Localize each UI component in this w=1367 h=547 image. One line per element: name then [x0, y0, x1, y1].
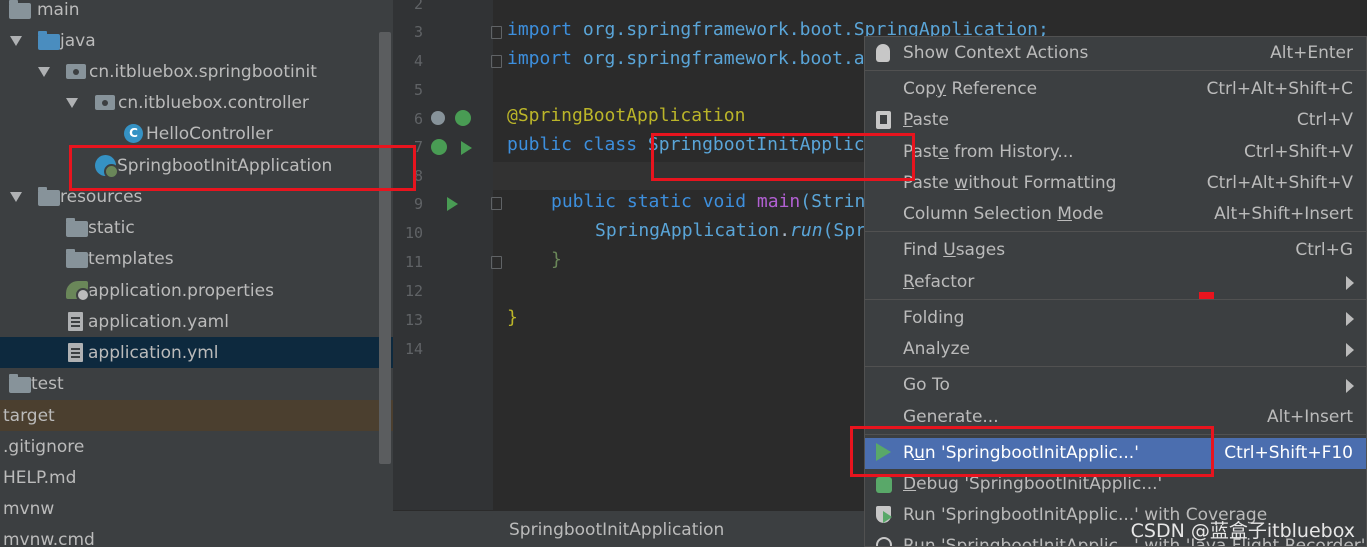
highlight-box-class-name	[651, 133, 915, 181]
package-icon	[66, 64, 86, 79]
source-folder-icon	[38, 31, 60, 50]
line-number: 9	[413, 195, 423, 213]
run-gutter-icon[interactable]	[461, 141, 472, 155]
menu-separator	[865, 366, 1366, 367]
run-gutter-icon[interactable]	[447, 197, 458, 211]
resources-folder-icon	[38, 187, 60, 206]
fold-marker-icon[interactable]	[491, 26, 502, 39]
tree-item-target[interactable]: target	[0, 400, 393, 431]
folder-icon	[66, 218, 88, 237]
menu-separator	[865, 70, 1366, 71]
line-number: 6	[413, 110, 423, 128]
tree-item-help-md[interactable]: HELP.md	[0, 462, 393, 493]
submenu-arrow-icon	[1346, 312, 1354, 326]
menu-item-go-to[interactable]: Go To	[865, 370, 1366, 401]
fold-marker-icon[interactable]	[491, 256, 502, 269]
menu-item-folding[interactable]: Folding	[865, 303, 1366, 334]
menu-separator	[865, 299, 1366, 300]
submenu-arrow-icon	[1346, 276, 1354, 290]
class-icon: C	[124, 124, 143, 143]
profiler-icon	[876, 537, 892, 546]
tree-item-package-springbootinit[interactable]: cn.itbluebox.springbootinit	[0, 56, 393, 87]
spring-bean-icon[interactable]	[455, 110, 471, 126]
line-number: 14	[404, 340, 423, 358]
line-number: 4	[413, 52, 423, 70]
file-icon	[68, 343, 83, 362]
tree-item-static[interactable]: static	[0, 212, 393, 243]
submenu-arrow-icon	[1346, 343, 1354, 357]
spring-boot-app-gutter-icon[interactable]	[431, 139, 447, 155]
line-number: 3	[413, 23, 423, 41]
tree-item-templates[interactable]: templates	[0, 243, 393, 274]
menu-item-paste-without-formatting[interactable]: Paste without Formatting Ctrl+Alt+Shift+…	[865, 168, 1366, 199]
folder-icon	[9, 0, 31, 19]
watermark: CSDN @蓝盒子itbluebox	[1130, 520, 1355, 542]
submenu-arrow-icon	[1346, 379, 1354, 393]
menu-item-paste-from-history[interactable]: Paste from History... Ctrl+Shift+V	[865, 137, 1366, 168]
project-tree: main java cn.itbluebox.springbootinit cn…	[0, 0, 393, 547]
annotation-mark	[1199, 292, 1214, 299]
code-line: }	[551, 249, 562, 270]
breadcrumb[interactable]: SpringbootInitApplication	[509, 520, 724, 540]
code-line: @SpringBootApplication	[507, 105, 746, 126]
folder-icon	[66, 249, 88, 268]
line-number: 2	[413, 0, 423, 13]
tree-item-application-yaml[interactable]: application.yaml	[0, 306, 393, 337]
coverage-icon	[876, 506, 892, 523]
chevron-down-icon[interactable]	[66, 98, 78, 108]
highlight-box-tree-item	[69, 145, 416, 191]
file-icon	[68, 312, 83, 331]
tree-item-application-yml[interactable]: application.yml	[0, 337, 393, 368]
menu-item-show-context-actions[interactable]: Show Context Actions Alt+Enter	[865, 38, 1366, 69]
chevron-down-icon[interactable]	[38, 67, 50, 77]
line-number: 5	[413, 81, 423, 99]
code-line: }	[507, 307, 518, 328]
editor-gutter: 2 3 4 5 6 7 8 9 10 11 12 13 14	[393, 0, 502, 510]
menu-item-paste[interactable]: Paste Ctrl+V	[865, 105, 1366, 136]
line-number: 12	[404, 282, 423, 300]
menu-item-find-usages[interactable]: Find Usages Ctrl+G	[865, 235, 1366, 266]
tree-item-gitignore[interactable]: .gitignore	[0, 431, 393, 462]
tree-item-java[interactable]: java	[0, 25, 393, 56]
chevron-down-icon[interactable]	[10, 36, 22, 46]
highlight-box-run-item	[850, 426, 1214, 477]
fold-marker-icon[interactable]	[491, 197, 502, 210]
menu-item-copy-reference[interactable]: Copy Reference Ctrl+Alt+Shift+C	[865, 74, 1366, 105]
lightbulb-icon	[876, 44, 890, 62]
chevron-down-icon[interactable]	[10, 192, 22, 202]
code-line: public static void main(Strin	[551, 191, 866, 212]
debug-icon	[876, 477, 892, 493]
clipboard-icon	[876, 111, 891, 129]
line-number: 11	[404, 253, 423, 271]
bean-search-icon[interactable]	[431, 111, 445, 125]
tree-item-package-controller[interactable]: cn.itbluebox.controller	[0, 87, 393, 118]
package-icon	[95, 95, 115, 110]
code-line: SpringApplication.run(Spr	[595, 220, 866, 241]
menu-item-analyze[interactable]: Analyze	[865, 334, 1366, 365]
tree-item-mvnw-cmd[interactable]: mvnw.cmd	[0, 524, 393, 547]
tree-item-application-properties[interactable]: application.properties	[0, 275, 393, 306]
line-number: 10	[404, 224, 423, 242]
tree-item-test[interactable]: test	[0, 368, 393, 399]
spring-config-icon	[66, 281, 90, 302]
tree-item-mvnw[interactable]: mvnw	[0, 493, 393, 524]
menu-item-refactor[interactable]: Refactor	[865, 267, 1366, 298]
code-line: import org.springframework.boot.a	[507, 48, 865, 69]
menu-separator	[865, 231, 1366, 232]
line-number: 13	[404, 311, 423, 329]
folder-icon	[9, 374, 31, 393]
tree-item-main[interactable]: main	[0, 0, 393, 25]
menu-item-column-selection-mode[interactable]: Column Selection Mode Alt+Shift+Insert	[865, 199, 1366, 230]
fold-marker-icon[interactable]	[491, 55, 502, 68]
tree-scrollbar[interactable]	[379, 32, 391, 464]
